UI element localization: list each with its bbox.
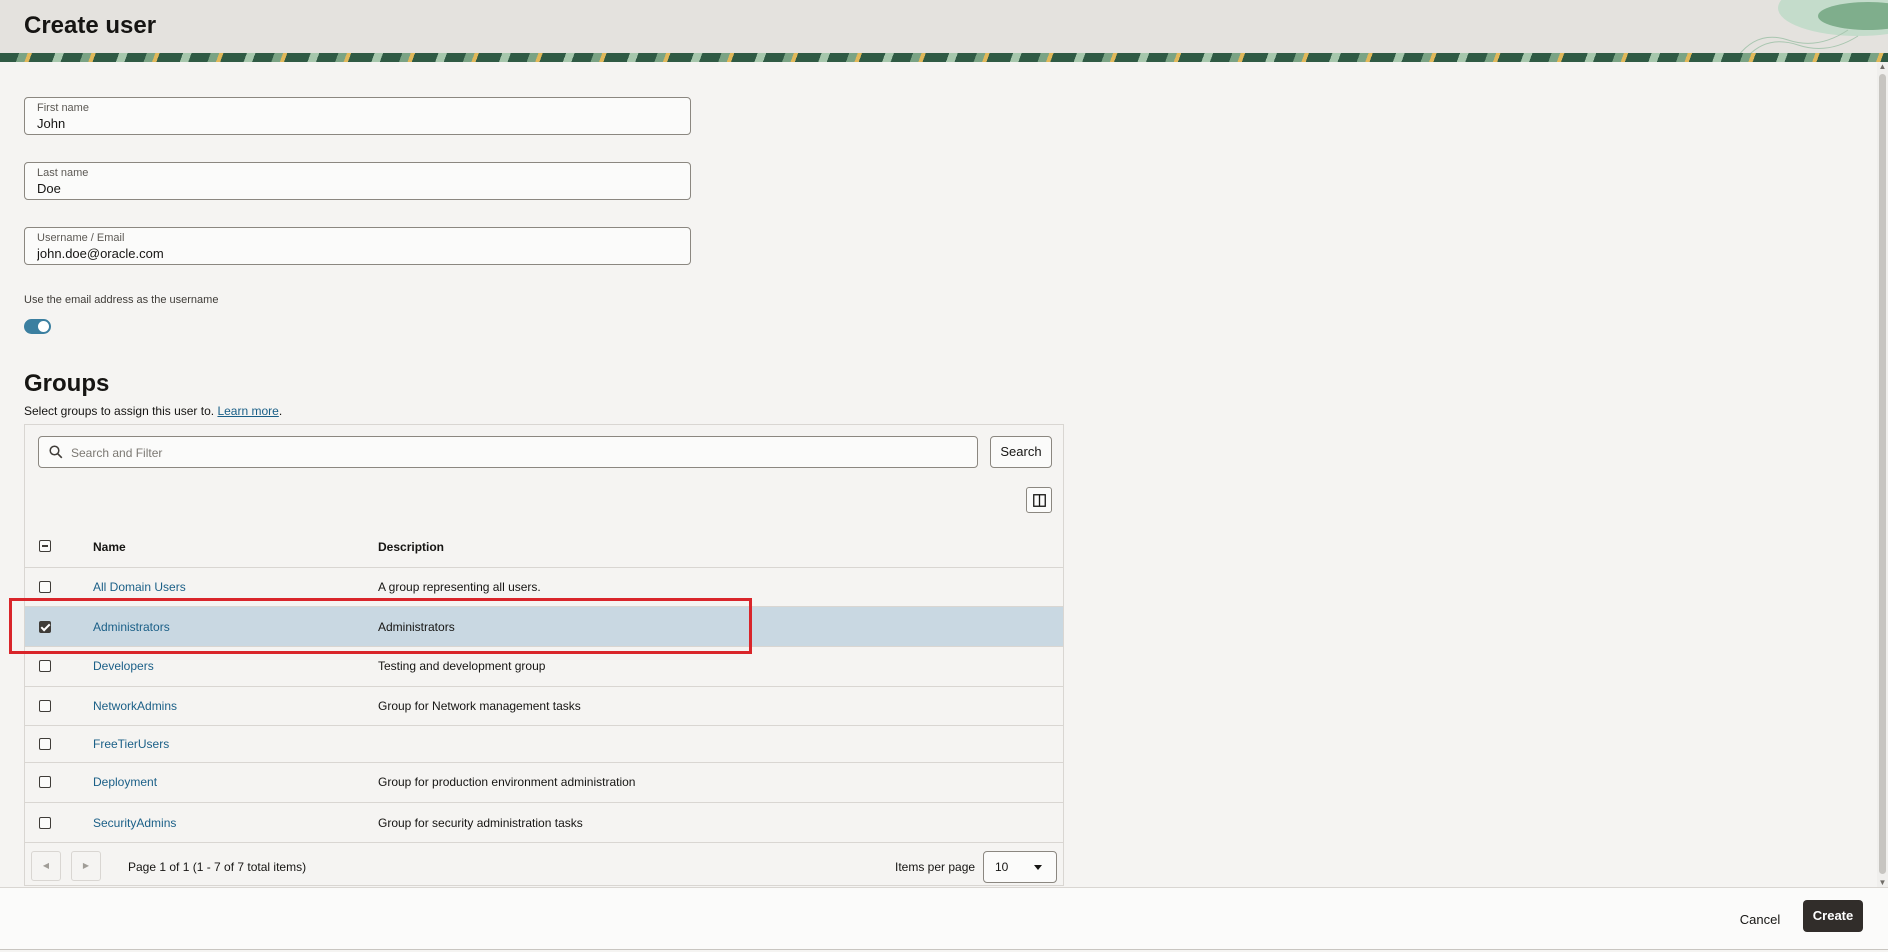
use-email-switch[interactable]	[24, 319, 51, 334]
search-icon	[49, 445, 63, 459]
groups-table-panel: Search Name Description All Domain Users…	[24, 424, 1064, 886]
search-input[interactable]	[71, 443, 961, 463]
scroll-down-icon[interactable]: ▼	[1878, 878, 1887, 887]
table-row[interactable]: FreeTierUsers	[25, 726, 1063, 763]
column-header-description[interactable]: Description	[378, 540, 444, 554]
search-button[interactable]: Search	[990, 436, 1052, 468]
table-row[interactable]: Deployment Group for production environm…	[25, 763, 1063, 803]
manage-columns-button[interactable]	[1026, 487, 1052, 513]
scroll-up-icon[interactable]: ▲	[1878, 62, 1887, 71]
groups-heading: Groups	[24, 370, 110, 397]
previous-page-button[interactable]: ◀	[31, 851, 61, 881]
table-row[interactable]: SecurityAdmins Group for security admini…	[25, 803, 1063, 843]
column-header-name[interactable]: Name	[93, 540, 126, 554]
group-name-link[interactable]: NetworkAdmins	[93, 699, 177, 713]
row-checkbox[interactable]	[39, 581, 51, 593]
username-email-input[interactable]	[37, 246, 667, 261]
first-name-field[interactable]: First name	[24, 97, 691, 135]
group-name-link[interactable]: All Domain Users	[93, 580, 186, 594]
group-name-link[interactable]: FreeTierUsers	[93, 737, 169, 751]
first-name-input[interactable]	[37, 116, 667, 131]
groups-description: Select groups to assign this user to. Le…	[24, 404, 282, 418]
group-description: Testing and development group	[378, 659, 546, 673]
row-checkbox[interactable]	[39, 700, 51, 712]
cancel-button[interactable]: Cancel	[1730, 908, 1790, 932]
table-header: Name Description	[25, 525, 1063, 568]
row-checkbox[interactable]	[39, 660, 51, 672]
items-per-page-select[interactable]: 10	[983, 851, 1057, 883]
username-email-label: Username / Email	[37, 232, 125, 244]
use-email-switch-label: Use the email address as the username	[24, 294, 219, 306]
row-checkbox[interactable]	[39, 738, 51, 750]
last-name-label: Last name	[37, 167, 89, 179]
scrollbar-thumb[interactable]	[1879, 74, 1886, 874]
groups-description-end: .	[278, 404, 283, 418]
row-checkbox[interactable]	[39, 776, 51, 788]
search-box[interactable]	[38, 436, 978, 468]
learn-more-link[interactable]: Learn more	[217, 404, 278, 418]
columns-icon	[1033, 494, 1046, 507]
table-pager: ◀ ▶ Page 1 of 1 (1 - 7 of 7 total items)…	[25, 845, 1063, 885]
group-description: Group for security administration tasks	[378, 816, 583, 830]
row-checkbox-checked[interactable]	[39, 621, 51, 633]
group-name-link[interactable]: Administrators	[93, 620, 170, 634]
group-name-link[interactable]: SecurityAdmins	[93, 816, 176, 830]
switch-knob	[38, 321, 49, 332]
username-email-field[interactable]: Username / Email	[24, 227, 691, 265]
select-all-checkbox[interactable]	[39, 540, 51, 552]
table-row[interactable]: Developers Testing and development group	[25, 647, 1063, 687]
row-checkbox[interactable]	[39, 817, 51, 829]
group-description: Administrators	[378, 620, 455, 634]
last-name-input[interactable]	[37, 181, 667, 196]
page-scrollbar[interactable]: ▲ ▼	[1877, 62, 1888, 887]
first-name-label: First name	[37, 102, 89, 114]
items-per-page-label: Items per page	[895, 860, 976, 874]
page-title: Create user	[24, 12, 157, 39]
decorative-leaf-art	[1737, 0, 1888, 56]
header-pattern-band	[0, 53, 1888, 62]
group-name-link[interactable]: Deployment	[93, 775, 157, 789]
page-footer: Cancel Create	[0, 887, 1888, 950]
items-per-page-value: 10	[995, 860, 1009, 874]
chevron-down-icon	[1034, 865, 1042, 870]
group-description: Group for production environment adminis…	[378, 775, 636, 789]
group-name-link[interactable]: Developers	[93, 659, 154, 673]
table-row[interactable]: NetworkAdmins Group for Network manageme…	[25, 687, 1063, 726]
next-page-button[interactable]: ▶	[71, 851, 101, 881]
create-button[interactable]: Create	[1803, 900, 1863, 932]
last-name-field[interactable]: Last name	[24, 162, 691, 200]
table-row-selected[interactable]: Administrators Administrators	[25, 607, 1063, 647]
group-description: Group for Network management tasks	[378, 699, 581, 713]
page-status: Page 1 of 1 (1 - 7 of 7 total items)	[128, 860, 307, 874]
page-header: Create user	[0, 0, 1888, 62]
group-description: A group representing all users.	[378, 580, 541, 594]
table-row[interactable]: All Domain Users A group representing al…	[25, 568, 1063, 607]
groups-description-text: Select groups to assign this user to.	[24, 404, 215, 418]
